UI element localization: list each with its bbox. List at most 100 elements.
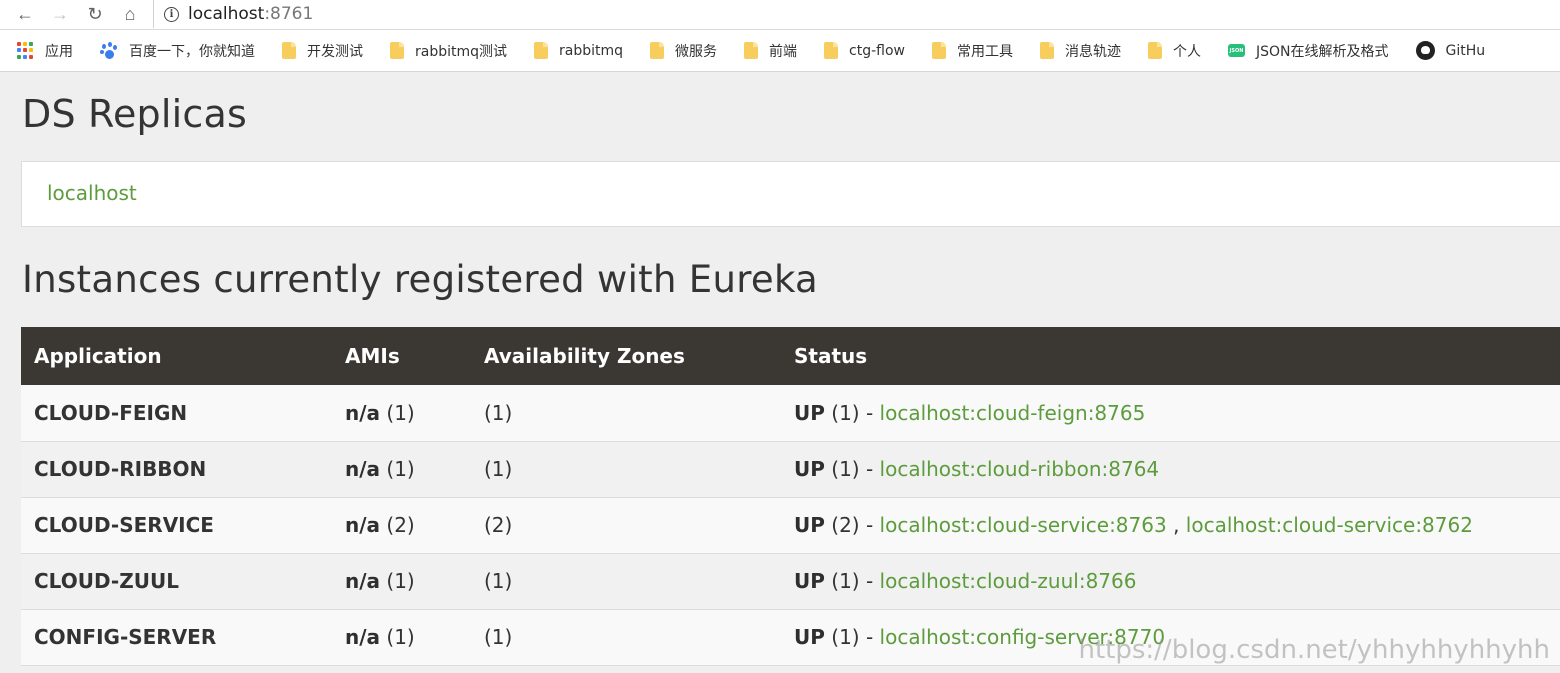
status-count: (2) -	[831, 513, 874, 537]
bookmark-label: 应用	[45, 43, 73, 60]
table-row: CLOUD-FEIGN n/a (1) (1) UP (1) - localho…	[21, 385, 1560, 442]
bookmark-folder-frontend[interactable]: 前端	[744, 41, 797, 61]
bookmark-folder-microservices[interactable]: 微服务	[650, 41, 717, 61]
amis-cell: n/a (1)	[332, 609, 471, 666]
instances-table: Application AMIs Availability Zones Stat…	[21, 327, 1560, 666]
status-cell: UP (1) - localhost:cloud-ribbon:8764	[781, 441, 1560, 498]
status-count: (1) -	[831, 400, 874, 425]
folder-icon	[650, 42, 665, 59]
folder-icon	[534, 42, 549, 59]
status-cell: UP (2) - localhost:cloud-service:8763 , …	[781, 497, 1560, 554]
info-icon[interactable]: i	[164, 6, 179, 22]
bookmark-folder-tools[interactable]: 常用工具	[932, 41, 1013, 61]
bookmark-label: rabbitmq	[559, 42, 624, 59]
replica-link[interactable]: localhost	[47, 181, 137, 205]
application-name: CLOUD-RIBBON	[21, 441, 332, 498]
address-bar[interactable]: i localhost:8761	[153, 0, 1560, 28]
ami-value: n/a	[345, 513, 381, 537]
bookmark-folder-rabbitmq[interactable]: rabbitmq	[534, 42, 623, 59]
application-name: CLOUD-FEIGN	[21, 385, 332, 442]
json-icon: JSON	[1228, 44, 1245, 57]
bookmark-label: JSON在线解析及格式	[1256, 43, 1389, 60]
eureka-dashboard: DS Replicas localhost Instances currentl…	[0, 73, 1560, 673]
application-name: CLOUD-ZUUL	[21, 553, 332, 610]
bookmark-folder-personal[interactable]: 个人	[1148, 41, 1201, 61]
status-up: UP	[794, 457, 825, 481]
bookmark-folder-dev-test[interactable]: 开发测试	[282, 41, 363, 61]
home-icon[interactable]: ⌂	[117, 2, 143, 26]
status-count: (1) -	[831, 569, 874, 593]
folder-icon	[744, 42, 759, 59]
instance-link[interactable]: localhost:cloud-ribbon:8764	[880, 457, 1160, 481]
table-row: CLOUD-ZUUL n/a (1) (1) UP (1) - localhos…	[21, 553, 1560, 610]
bookmark-label: 消息轨迹	[1065, 43, 1121, 60]
back-arrow-icon[interactable]: ←	[12, 2, 38, 26]
bookmark-github[interactable]: GitHu	[1415, 41, 1486, 60]
instance-link[interactable]: localhost:cloud-zuul:8766	[880, 569, 1137, 593]
zones-cell: (1)	[471, 553, 781, 610]
url-host: localhost	[188, 4, 265, 24]
link-separator: ,	[1173, 513, 1180, 537]
bookmark-label: 百度一下，你就知道	[129, 43, 255, 60]
bookmark-label: 前端	[769, 43, 798, 60]
apps-grid-icon	[17, 42, 34, 59]
status-up: UP	[794, 569, 825, 593]
bookmark-baidu[interactable]: 百度一下，你就知道	[100, 41, 255, 61]
amis-cell: n/a (2)	[332, 497, 471, 554]
bookmark-label: 微服务	[675, 43, 718, 60]
instances-title: Instances currently registered with Eure…	[22, 258, 819, 301]
forward-arrow-icon[interactable]: →	[47, 2, 73, 26]
folder-icon	[1148, 42, 1162, 59]
zones-cell: (2)	[471, 497, 781, 554]
ds-replicas-title: DS Replicas	[22, 92, 247, 136]
bookmark-json[interactable]: JSON JSON在线解析及格式	[1228, 41, 1389, 61]
table-row: CLOUD-RIBBON n/a (1) (1) UP (1) - localh…	[21, 441, 1560, 498]
bookmark-label: GitHu	[1445, 42, 1486, 59]
ami-count: (2)	[386, 513, 415, 537]
github-icon	[1415, 41, 1435, 60]
reload-icon[interactable]: ↻	[82, 2, 108, 26]
folder-icon	[390, 42, 404, 59]
ami-value: n/a	[345, 400, 381, 425]
table-row: CONFIG-SERVER n/a (1) (1) UP (1) - local…	[21, 609, 1560, 666]
status-up: UP	[794, 625, 825, 649]
browser-toolbar: ← → ↻ ⌂ i localhost:8761	[0, 0, 1560, 30]
column-status: Status	[781, 327, 1560, 385]
column-amis: AMIs	[332, 327, 471, 385]
replicas-panel: localhost	[21, 161, 1560, 227]
ami-count: (1)	[386, 400, 415, 425]
bookmark-label: 开发测试	[307, 43, 363, 60]
bookmark-apps[interactable]: 应用	[17, 41, 73, 61]
amis-cell: n/a (1)	[332, 553, 471, 610]
bookmark-label: 常用工具	[957, 43, 1013, 60]
ami-count: (1)	[386, 569, 415, 593]
instance-link[interactable]: localhost:cloud-service:8762	[1186, 513, 1473, 537]
amis-cell: n/a (1)	[332, 441, 471, 498]
zones-cell: (1)	[471, 609, 781, 666]
bookmark-folder-ctg-flow[interactable]: ctg-flow	[824, 42, 905, 59]
status-count: (1) -	[831, 457, 874, 481]
url-port: :8761	[264, 4, 314, 24]
baidu-paw-icon	[100, 41, 118, 60]
status-count: (1) -	[831, 625, 874, 649]
ami-value: n/a	[345, 569, 381, 593]
table-row: CLOUD-SERVICE n/a (2) (2) UP (2) - local…	[21, 497, 1560, 554]
application-name: CONFIG-SERVER	[21, 609, 332, 666]
status-cell: UP (1) - localhost:cloud-feign:8765	[781, 385, 1560, 442]
ami-value: n/a	[345, 625, 381, 649]
instance-link[interactable]: localhost:cloud-feign:8765	[880, 401, 1146, 425]
instance-link[interactable]: localhost:cloud-service:8763	[880, 513, 1167, 537]
column-availability-zones: Availability Zones	[471, 327, 781, 385]
folder-icon	[282, 42, 296, 59]
instance-link[interactable]: localhost:config-server:8770	[880, 625, 1166, 649]
bookmark-folder-message-trace[interactable]: 消息轨迹	[1040, 41, 1121, 61]
status-cell: UP (1) - localhost:cloud-zuul:8766	[781, 553, 1560, 610]
zones-cell: (1)	[471, 441, 781, 498]
folder-icon	[824, 42, 839, 59]
zones-cell: (1)	[471, 385, 781, 442]
bookmarks-bar: 应用 百度一下，你就知道 开发测试 rabbitmq测试 rabbitmq 微服…	[0, 30, 1560, 72]
status-up: UP	[794, 400, 825, 425]
bookmark-folder-rabbitmq-test[interactable]: rabbitmq测试	[390, 41, 507, 61]
bookmark-label: ctg-flow	[849, 42, 905, 59]
status-cell: UP (1) - localhost:config-server:8770	[781, 609, 1560, 666]
